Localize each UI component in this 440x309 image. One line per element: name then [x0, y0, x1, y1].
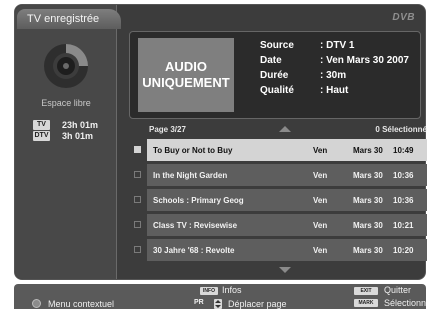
row-date: Mars 30	[353, 246, 383, 255]
date-value: : Ven Mars 30 2007	[320, 55, 409, 66]
dtv-badge: DTV	[33, 131, 50, 141]
exit-hint: Quitter	[384, 285, 412, 295]
row-day: Ven	[313, 246, 328, 255]
row-time: 10:20	[393, 246, 414, 255]
date-label: Date	[260, 55, 282, 66]
row-checkbox[interactable]	[134, 221, 141, 228]
row-date: Mars 30	[353, 196, 383, 205]
mark-hint: Sélectionner	[384, 298, 426, 308]
row-checkbox[interactable]	[134, 146, 141, 153]
ok-button-icon	[32, 299, 41, 308]
dtv-time-row: DTV 3h 01m	[33, 130, 93, 142]
source-label: Source	[260, 40, 294, 51]
row-title: Class TV : Revisewise	[153, 221, 238, 230]
info-key: INFO	[200, 287, 218, 295]
page-indicator: Page 3/27	[149, 125, 186, 134]
preview-line-2: UNIQUEMENT	[142, 75, 230, 90]
disk-usage-icon	[44, 44, 88, 88]
row-title: Schools : Primary Geog	[153, 196, 244, 205]
window-title: TV enregistrée	[17, 9, 121, 29]
move-page-hint: Déplacer page	[228, 299, 287, 309]
row-title: To Buy or Not to Buy	[153, 146, 233, 155]
recording-row[interactable]: Class TV : Revisewise Ven Mars 30 10:21	[129, 214, 427, 236]
quality-value: : Haut	[320, 85, 349, 96]
scroll-down-arrow-icon[interactable]	[279, 267, 291, 273]
recording-info-panel: AUDIO UNIQUEMENT Source : DTV 1 Date : V…	[129, 31, 421, 119]
scroll-up-arrow-icon[interactable]	[279, 126, 291, 132]
duration-label: Durée	[260, 70, 289, 81]
row-checkbox[interactable]	[134, 171, 141, 178]
preview-box: AUDIO UNIQUEMENT	[138, 38, 234, 112]
row-date: Mars 30	[353, 146, 383, 155]
mark-key: MARK	[354, 299, 378, 307]
row-title: 30 Jahre '68 : Revolte	[153, 246, 235, 255]
row-day: Ven	[313, 221, 328, 230]
preview-line-1: AUDIO	[165, 59, 207, 74]
tv-time: 23h 01m	[62, 120, 99, 130]
dtv-time: 3h 01m	[62, 131, 94, 141]
menu-frame: Espace libre TV 23h 01m DTV 3h 01m TV en…	[14, 4, 427, 280]
recording-row[interactable]: 30 Jahre '68 : Revolte Ven Mars 30 10:20	[129, 239, 427, 261]
up-down-icon	[214, 299, 222, 309]
row-time: 10:49	[393, 146, 414, 155]
tv-recording-screen: Espace libre TV 23h 01m DTV 3h 01m TV en…	[0, 0, 440, 309]
row-time: 10:36	[393, 171, 414, 180]
context-menu-hint: Menu contextuel	[48, 299, 115, 309]
row-date: Mars 30	[353, 171, 383, 180]
duration-value: : 30m	[320, 70, 347, 81]
info-hint: Infos	[222, 285, 242, 295]
recording-row[interactable]: To Buy or Not to Buy Ven Mars 30 10:49	[129, 139, 427, 161]
free-space-label: Espace libre	[41, 98, 91, 108]
row-time: 10:36	[393, 196, 414, 205]
row-checkbox[interactable]	[134, 196, 141, 203]
row-day: Ven	[313, 196, 328, 205]
source-value: : DTV 1	[320, 40, 355, 51]
help-bar: Menu contextuel INFO Infos PR Déplacer p…	[14, 284, 426, 309]
tv-badge: TV	[33, 120, 50, 130]
pr-key: PR	[194, 299, 204, 306]
row-title: In the Night Garden	[153, 171, 228, 180]
row-day: Ven	[313, 171, 328, 180]
quality-label: Qualité	[260, 85, 294, 96]
row-time: 10:21	[393, 221, 414, 230]
recording-row[interactable]: Schools : Primary Geog Ven Mars 30 10:36	[129, 189, 427, 211]
recording-row[interactable]: In the Night Garden Ven Mars 30 10:36	[129, 164, 427, 186]
brand-logo: DVB	[392, 12, 415, 23]
list-header: Page 3/27 0 Sélectionné	[129, 123, 427, 137]
left-panel: Espace libre TV 23h 01m DTV 3h 01m	[15, 5, 117, 279]
row-checkbox[interactable]	[134, 246, 141, 253]
exit-key: EXIT	[354, 287, 378, 295]
row-date: Mars 30	[353, 221, 383, 230]
row-day: Ven	[313, 146, 328, 155]
selected-count: 0 Sélectionné	[375, 125, 427, 134]
